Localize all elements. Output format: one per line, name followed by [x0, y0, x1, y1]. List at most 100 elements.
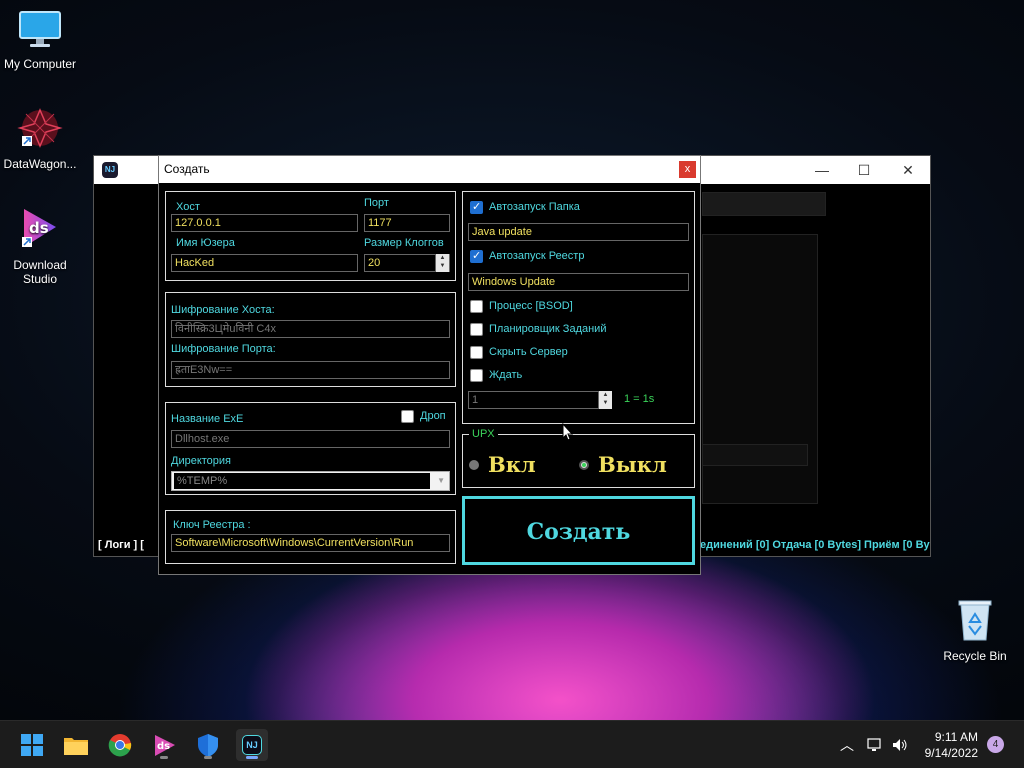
desktop-icon-datawagon[interactable]: DataWagon...: [0, 106, 80, 171]
desktop-icon-label: Recycle Bin: [943, 649, 1007, 663]
wait-hint: 1 = 1s: [624, 393, 655, 405]
autorun-registry-checkbox[interactable]: [470, 249, 483, 263]
exe-panel: Название ExE Дроп Dllhost.exe Директория…: [165, 402, 456, 495]
autorun-folder-checkbox[interactable]: [470, 200, 483, 214]
port-encryption-label: Шифрование Порта:: [171, 343, 276, 355]
exe-name-label: Название ExE: [171, 413, 244, 425]
desktop-icon-label-line2: Studio: [22, 272, 58, 286]
autorun-registry-input[interactable]: Windows Update: [468, 273, 689, 291]
chevron-down-icon[interactable]: ▼: [437, 473, 445, 489]
desktop-icon-my-computer[interactable]: My Computer: [0, 10, 80, 71]
drop-checkbox[interactable]: [401, 410, 414, 423]
host-encryption-label: Шифрование Хоста:: [171, 304, 275, 316]
stepper-up-icon[interactable]: ▲: [436, 254, 449, 262]
download-studio-icon: ds: [22, 209, 56, 247]
status-bar-stats: единений [0] Отдача [0 Bytes] Приём [0 B…: [700, 539, 930, 551]
volume-icon[interactable]: [891, 737, 909, 753]
upx-panel: UPX Вкл Выкл: [462, 428, 695, 488]
clock-date: 9/14/2022: [924, 746, 978, 760]
directory-label: Директория: [171, 455, 232, 467]
create-button-label: Создать: [526, 519, 631, 545]
desktop-icon-label: My Computer: [3, 57, 77, 71]
log-size-stepper[interactable]: ▲ ▼: [435, 254, 449, 272]
log-size-label: Размер Клоггов: [364, 237, 444, 249]
tray-overflow-chevron-icon[interactable]: ︿: [840, 735, 854, 755]
running-indicator: [204, 756, 212, 759]
running-indicator: [160, 756, 168, 759]
desktop-icon-recycle-bin[interactable]: Recycle Bin: [935, 598, 1015, 663]
create-button[interactable]: Создать: [462, 496, 695, 565]
host-encryption-input[interactable]: विनीस्क्रि3Цमेuविनी C4x: [171, 320, 450, 338]
exe-name-input[interactable]: Dllhost.exe: [171, 430, 450, 448]
stepper-down-icon[interactable]: ▼: [436, 262, 449, 270]
notification-badge[interactable]: 4: [987, 736, 1004, 753]
datawagon-icon: [17, 108, 63, 148]
wait-input[interactable]: 1: [468, 391, 612, 409]
directory-select-value: %TEMP%: [174, 473, 430, 489]
dialog-close-button[interactable]: x: [679, 161, 696, 178]
registry-key-input[interactable]: Software\Microsoft\Windows\CurrentVersio…: [171, 534, 450, 552]
svg-text:ds: ds: [29, 219, 49, 237]
nj-app-taskbar-button[interactable]: NJ: [236, 729, 268, 761]
registry-panel: Ключ Реестра : Software\Microsoft\Window…: [165, 510, 456, 564]
windows-start-icon: [21, 734, 43, 756]
host-label: Хост: [176, 201, 200, 213]
svg-text:ds: ds: [157, 741, 170, 752]
encryption-panel: Шифрование Хоста: विनीस्क्रि3Цमेuविनी C4…: [165, 292, 456, 387]
directory-select[interactable]: %TEMP% ▼: [171, 471, 450, 491]
port-input[interactable]: 1177: [364, 214, 450, 232]
options-panel: Автозапуск Папка Java update Автозапуск …: [462, 191, 695, 424]
folder-icon: [64, 738, 88, 755]
upx-label: UPX: [469, 428, 498, 440]
network-icon[interactable]: [867, 737, 885, 753]
chrome-button[interactable]: [104, 729, 136, 761]
host-input[interactable]: 127.0.0.1: [171, 214, 358, 232]
scheduler-label: Планировщик Заданий: [489, 323, 607, 335]
minimize-button[interactable]: —: [802, 160, 842, 180]
app-logo-icon: NJ: [102, 162, 118, 178]
upx-on-radio[interactable]: [469, 460, 479, 470]
security-button[interactable]: [192, 729, 224, 761]
connection-panel: Хост 127.0.0.1 Порт 1177 Имя Юзера HacKe…: [165, 191, 456, 281]
stepper-up-icon[interactable]: ▲: [599, 391, 612, 399]
process-bsod-checkbox[interactable]: [470, 300, 483, 313]
download-studio-taskbar-button[interactable]: ds: [148, 729, 180, 761]
clock[interactable]: 9:11 AM 9/14/2022: [918, 729, 978, 761]
hide-server-checkbox[interactable]: [470, 346, 483, 359]
close-button[interactable]: ✕: [888, 160, 928, 180]
monitor-icon: [19, 11, 61, 47]
start-button[interactable]: [16, 729, 48, 761]
wait-stepper[interactable]: ▲ ▼: [598, 391, 612, 409]
upx-on-label: Вкл: [488, 452, 536, 477]
maximize-button[interactable]: ☐: [844, 160, 884, 180]
background-panel: [702, 192, 826, 216]
taskbar: ds NJ ︿ 9:11 AM 9/14/2022 4: [0, 720, 1024, 768]
autorun-registry-label: Автозапуск Реестр: [489, 250, 585, 262]
user-label: Имя Юзера: [176, 237, 235, 249]
nj-app-icon: NJ: [242, 735, 262, 755]
chrome-icon: [108, 734, 132, 757]
wait-checkbox[interactable]: [470, 369, 483, 382]
hide-server-label: Скрыть Сервер: [489, 346, 568, 358]
background-panel: [702, 444, 808, 466]
process-bsod-label: Процесс [BSOD]: [489, 300, 573, 312]
user-input[interactable]: HacKed: [171, 254, 358, 272]
upx-off-label: Выкл: [598, 452, 667, 477]
status-bar-logs[interactable]: [ Логи ] [: [98, 534, 144, 556]
scheduler-checkbox[interactable]: [470, 323, 483, 336]
desktop-icon-download-studio[interactable]: ds Download Studio: [0, 205, 80, 286]
upx-off-radio[interactable]: [579, 460, 589, 470]
active-indicator: [246, 756, 258, 759]
autorun-folder-label: Автозапуск Папка: [489, 201, 580, 213]
registry-key-label: Ключ Реестра :: [173, 519, 251, 531]
port-encryption-input[interactable]: ह्रताE3Nw==: [171, 361, 450, 379]
drop-label: Дроп: [420, 410, 446, 422]
stepper-down-icon[interactable]: ▼: [599, 399, 612, 407]
desktop-icon-label: DataWagon...: [3, 157, 77, 171]
mouse-cursor-icon: [562, 423, 574, 441]
port-label: Порт: [364, 197, 389, 209]
file-explorer-button[interactable]: [60, 729, 92, 761]
autorun-folder-input[interactable]: Java update: [468, 223, 689, 241]
dialog-title: Создать: [164, 162, 210, 176]
recycle-bin-icon: [958, 600, 992, 641]
